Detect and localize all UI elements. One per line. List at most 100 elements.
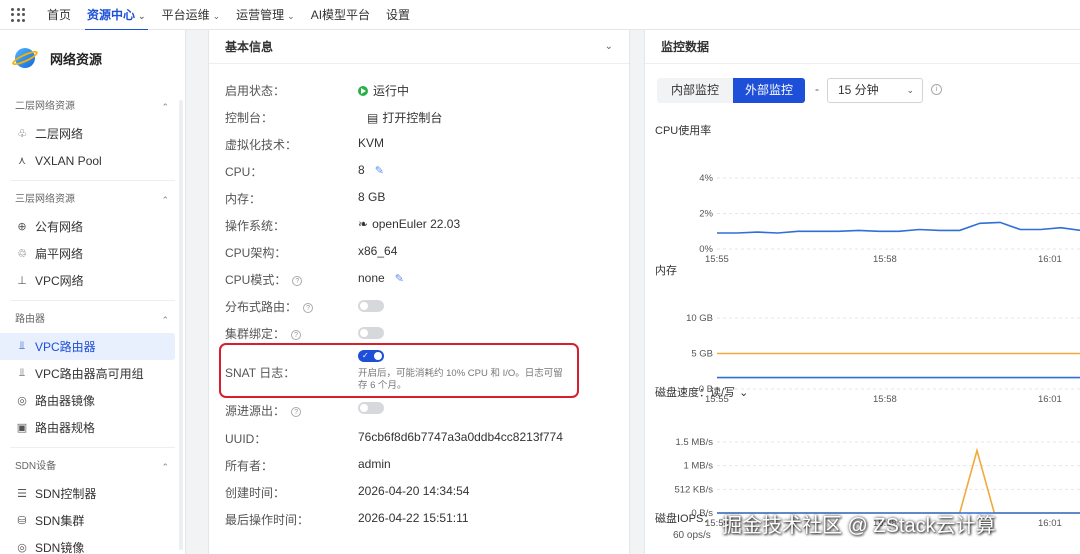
- distributed-routing-toggle[interactable]: [358, 300, 384, 312]
- running-status-icon: [358, 86, 368, 96]
- y-tick-label: 4%: [699, 173, 713, 184]
- y-tick-label: 512 KB/s: [674, 484, 713, 495]
- sidebar-header: 网络资源: [0, 30, 185, 86]
- chevron-down-icon: ⌄: [287, 10, 295, 21]
- y-tick-label: 2%: [699, 209, 713, 220]
- info-row-uuid: UUID： 76cb6f8d6b7747a3a0ddb4cc8213f774: [225, 430, 563, 446]
- info-row-console: 控制台： ▤ 打开控制台: [225, 109, 443, 126]
- console-icon: ▤: [367, 111, 379, 125]
- sidebar-item-sdn-image[interactable]: ◎ SDN镜像: [0, 534, 185, 554]
- network-planet-icon: [10, 44, 40, 72]
- x-tick-label: 16:01: [1038, 518, 1062, 528]
- sidebar-item-router-image[interactable]: ◎ 路由器镜像: [0, 387, 185, 414]
- nav-settings[interactable]: 设置: [378, 0, 418, 30]
- x-tick-label: 16:01: [1038, 254, 1062, 265]
- sidebar-item-vpc-router-ha[interactable]: ⫫ VPC路由器高可用组: [0, 360, 185, 387]
- basic-info-panel: 基本信息 ⌄ 启用状态： 运行中 控制台： ▤ 打开控制台 虚拟化技术： KVM …: [208, 30, 630, 554]
- chevron-up-icon: ⌃: [161, 315, 169, 325]
- status-value: 运行中: [373, 84, 410, 98]
- disc-icon: ◎: [17, 395, 27, 407]
- group-l3-network[interactable]: 三层网络资源 ⌃: [0, 187, 185, 213]
- info-row-cpu: CPU： 8 ✎: [225, 163, 384, 179]
- help-icon[interactable]: ?: [291, 407, 302, 417]
- help-icon[interactable]: ?: [292, 276, 303, 286]
- monitor-header: 监控数据: [645, 30, 1080, 64]
- sidebar-item-router-spec[interactable]: ▣ 路由器规格: [0, 414, 185, 441]
- series-line-0: [717, 221, 1080, 234]
- sidebar-item-l2-network[interactable]: ♧ 二层网络: [0, 120, 185, 147]
- series-line-0: [717, 447, 1080, 514]
- info-row-owner: 所有者： admin: [225, 457, 391, 473]
- monitor-panel: 监控数据 内部监控 外部监控 - 15 分钟 ⌄ i CPU使用率 4% 2% 0% 1…: [644, 30, 1080, 554]
- app-grid-icon[interactable]: [11, 7, 25, 22]
- chevron-down-icon: ⌄: [138, 10, 146, 21]
- nav-home[interactable]: 首页: [39, 0, 79, 30]
- open-console-link[interactable]: ▤ 打开控制台: [367, 109, 442, 126]
- node-tree-icon: ⋏: [17, 155, 27, 167]
- info-row-cpu-arch: CPU架构： x86_64: [225, 244, 398, 260]
- router-icon: ⫫: [18, 340, 26, 352]
- disc-icon: ◎: [17, 542, 27, 554]
- disk-iops-chart-title: 磁盘IOPS：: [655, 513, 715, 525]
- basic-info-header[interactable]: 基本信息 ⌄: [209, 30, 629, 64]
- spec-icon: ▣: [16, 422, 28, 434]
- group-sdn-device[interactable]: SDN设备 ⌃: [0, 454, 185, 480]
- info-row-last-op: 最后操作时间： 2026-04-22 15:51:11: [225, 511, 469, 527]
- info-row-os: 操作系统： ❧ openEuler 22.03: [225, 217, 461, 233]
- router-ha-icon: ⫫: [18, 367, 26, 379]
- sidebar-item-vpc-router[interactable]: ⫫ VPC路由器: [0, 333, 175, 360]
- nav-platform-ops[interactable]: 平台运维 ⌄: [154, 0, 229, 30]
- chevron-up-icon: ⌃: [161, 195, 169, 205]
- info-row-distributed-routing: 分布式路由：?: [209, 296, 629, 316]
- edit-cpu-mode-icon[interactable]: ✎: [395, 273, 404, 285]
- group-l2-network[interactable]: 二层网络资源 ⌃: [0, 94, 185, 120]
- cluster-icon: ⛁: [17, 515, 27, 527]
- cycle-icon: ♲: [17, 248, 27, 260]
- tab-internal-monitor[interactable]: 内部监控: [657, 78, 733, 103]
- x-tick-label: 15:58: [873, 254, 897, 265]
- nav-resource-center[interactable]: 资源中心 ⌄: [79, 0, 154, 31]
- edit-cpu-icon[interactable]: ✎: [375, 165, 384, 177]
- separator-dash: -: [815, 82, 819, 96]
- sidebar-item-vxlan-pool[interactable]: ⋏ VXLAN Pool: [0, 147, 185, 174]
- hierarchy-icon: ♧: [17, 128, 27, 140]
- tab-external-monitor[interactable]: 外部监控: [733, 78, 805, 103]
- globe-icon: ⊕: [17, 221, 27, 233]
- help-icon[interactable]: ?: [291, 330, 302, 340]
- nav-ai-platform[interactable]: AI模型平台: [303, 0, 378, 30]
- sidebar-item-flat-network[interactable]: ♲ 扁平网络: [0, 240, 185, 267]
- sliders-icon: ☰: [17, 488, 27, 500]
- sidebar-item-vpc-network[interactable]: ⊥ VPC网络: [0, 267, 185, 294]
- y-tick-label: 10 GB: [686, 313, 713, 324]
- y-tick-label: 5 GB: [691, 349, 713, 360]
- sidebar-scrollbar[interactable]: [179, 100, 183, 550]
- sidebar-item-sdn-cluster[interactable]: ⛁ SDN集群: [0, 507, 185, 534]
- source-in-out-toggle[interactable]: [358, 402, 384, 414]
- info-row-created: 创建时间： 2026-04-20 14:34:54: [225, 484, 470, 500]
- chevron-up-icon: ⌃: [161, 102, 169, 112]
- sidebar-item-public-network[interactable]: ⊕ 公有网络: [0, 213, 185, 240]
- y-tick-label: 1 MB/s: [683, 461, 713, 472]
- chevron-down-icon: ⌄: [906, 85, 914, 95]
- chevron-down-icon: ⌄: [604, 41, 613, 52]
- info-icon[interactable]: i: [931, 84, 942, 95]
- os-logo-icon: ❧: [358, 217, 369, 231]
- info-row-virtualization: 虚拟化技术： KVM: [225, 136, 385, 152]
- help-icon[interactable]: ?: [303, 303, 314, 313]
- nav-operations[interactable]: 运营管理 ⌄: [228, 0, 303, 30]
- sidebar: 网络资源 二层网络资源 ⌃ ♧ 二层网络 ⋏ VXLAN Pool 三层网络资源 ⌃ ⊕…: [0, 30, 186, 554]
- info-row-source-in-out: 源进源出：?: [209, 400, 629, 420]
- snat-highlight-box: [219, 343, 579, 398]
- chevron-up-icon: ⌃: [161, 462, 169, 472]
- iops-tick-label: 60 ops/s: [673, 530, 711, 541]
- cluster-binding-toggle[interactable]: [358, 327, 384, 339]
- sidebar-title: 网络资源: [50, 51, 103, 67]
- sidebar-item-sdn-controller[interactable]: ☰ SDN控制器: [0, 480, 185, 507]
- group-router[interactable]: 路由器 ⌃: [0, 307, 185, 333]
- cpu-usage-chart: 4%2%0%15:55 15:58 16:01: [699, 173, 1080, 265]
- x-tick-label: 15:55: [705, 254, 729, 265]
- info-row-memory: 内存： 8 GB: [225, 190, 386, 206]
- fork-icon: ⊥: [17, 275, 27, 287]
- interval-select[interactable]: 15 分钟 ⌄: [827, 78, 923, 103]
- chevron-down-icon: ⌄: [212, 10, 221, 21]
